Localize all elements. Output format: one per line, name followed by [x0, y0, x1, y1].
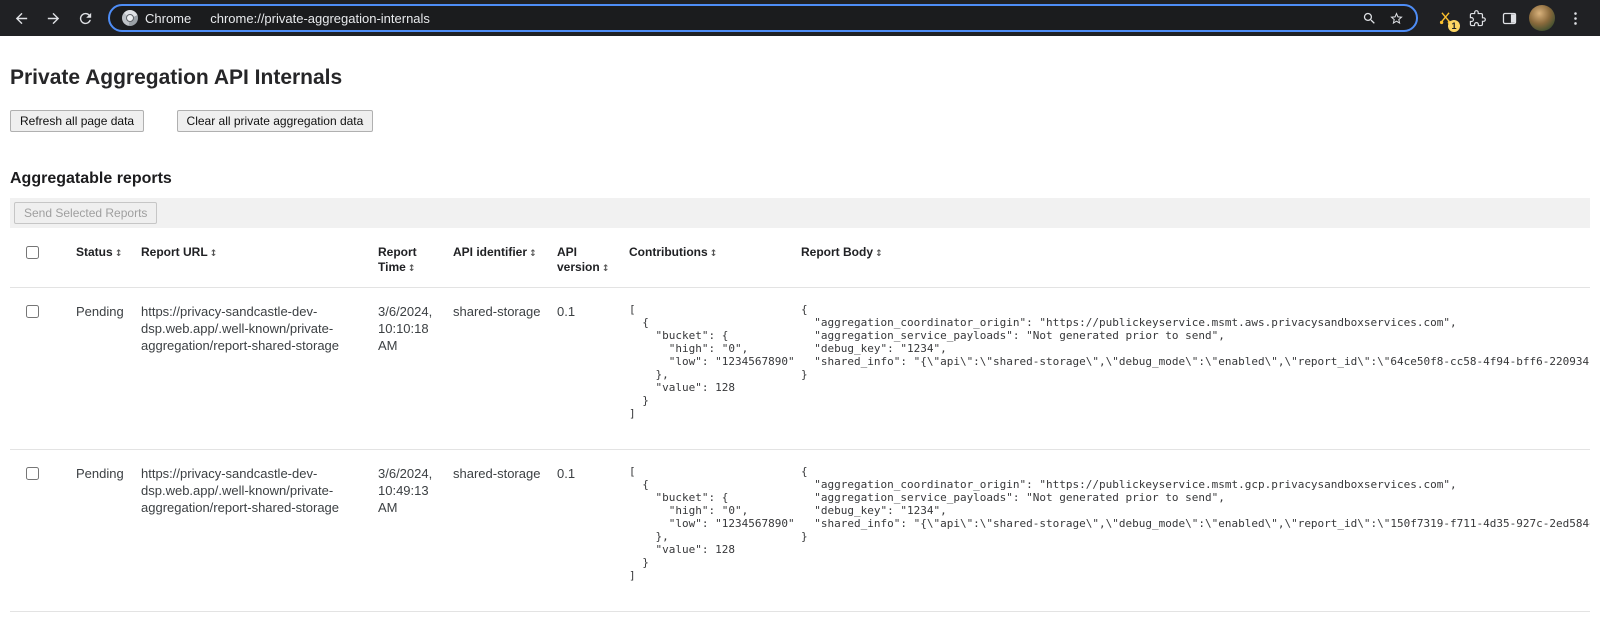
- refresh-all-button[interactable]: Refresh all page data: [10, 110, 144, 132]
- sort-icon: ↕: [408, 264, 416, 274]
- column-header-contributions[interactable]: Contributions↕: [621, 233, 793, 288]
- forward-icon: [45, 10, 62, 27]
- reports-toolbar: Send Selected Reports: [10, 198, 1590, 228]
- browser-toolbar: Chrome chrome://private-aggregation-inte…: [0, 0, 1600, 36]
- report-url-cell: https://privacy-sandcastle-dev-dsp.web.a…: [133, 288, 370, 450]
- url-text: chrome://private-aggregation-internals: [210, 11, 1355, 26]
- select-all-checkbox[interactable]: [26, 246, 39, 259]
- report-url-cell: https://privacy-sandcastle-dev-dsp.web.a…: [133, 449, 370, 611]
- api-version-cell: 0.1: [549, 288, 621, 450]
- forward-button[interactable]: [38, 3, 68, 33]
- column-label: Report URL: [141, 245, 208, 259]
- report-row: Pending https://privacy-sandcastle-dev-d…: [10, 449, 1590, 611]
- side-panel-icon[interactable]: [1494, 3, 1524, 33]
- column-header-report-url[interactable]: Report URL↕: [133, 233, 370, 288]
- address-bar[interactable]: Chrome chrome://private-aggregation-inte…: [108, 4, 1418, 32]
- profile-avatar[interactable]: [1529, 5, 1555, 31]
- reload-icon: [77, 10, 94, 27]
- column-label: Contributions: [629, 245, 708, 259]
- page-content: Private Aggregation API Internals Refres…: [0, 66, 1600, 612]
- api-version-cell: 0.1: [549, 449, 621, 611]
- column-header-api-version[interactable]: API version↕: [549, 233, 621, 288]
- clear-all-button[interactable]: Clear all private aggregation data: [177, 110, 374, 132]
- contributions-cell: [ { "bucket": { "high": "0", "low": "123…: [621, 449, 793, 611]
- column-label: API version: [557, 245, 600, 274]
- bookmark-star-icon[interactable]: [1389, 11, 1404, 26]
- sort-icon: ↕: [529, 249, 537, 259]
- api-identifier-cell: shared-storage: [445, 288, 549, 450]
- column-label: Status: [76, 245, 113, 259]
- send-selected-reports-button[interactable]: Send Selected Reports: [14, 202, 157, 224]
- sort-icon: ↕: [602, 264, 610, 274]
- column-label: API identifier: [453, 245, 527, 259]
- extension-action-icon[interactable]: 1: [1430, 3, 1460, 33]
- sort-icon: ↕: [875, 249, 883, 259]
- report-row: Pending https://privacy-sandcastle-dev-d…: [10, 288, 1590, 450]
- sort-icon: ↕: [710, 249, 718, 259]
- report-time-cell: 3/6/2024, 10:10:18 AM: [370, 288, 445, 450]
- column-header-report-body[interactable]: Report Body↕: [793, 233, 1590, 288]
- reports-table: Status↕ Report URL↕ Report Time↕ API ide…: [10, 233, 1590, 612]
- column-header-api-identifier[interactable]: API identifier↕: [445, 233, 549, 288]
- chrome-chip-label: Chrome: [145, 11, 191, 26]
- sort-icon: ↕: [210, 249, 218, 259]
- menu-icon[interactable]: [1560, 3, 1590, 33]
- report-time-cell: 3/6/2024, 10:49:13 AM: [370, 449, 445, 611]
- status-cell: Pending: [68, 288, 133, 450]
- row-checkbox[interactable]: [26, 305, 39, 318]
- page-actions: Refresh all page data Clear all private …: [10, 110, 1590, 132]
- page-title: Private Aggregation API Internals: [10, 66, 1590, 90]
- extensions-puzzle-icon[interactable]: [1462, 3, 1492, 33]
- chrome-logo-icon: [122, 10, 138, 26]
- row-checkbox[interactable]: [26, 467, 39, 480]
- column-label: Report Body: [801, 245, 873, 259]
- report-body-cell: { "aggregation_coordinator_origin": "htt…: [793, 449, 1590, 611]
- table-header-row: Status↕ Report URL↕ Report Time↕ API ide…: [10, 233, 1590, 288]
- sort-icon: ↕: [115, 249, 123, 259]
- search-icon[interactable]: [1362, 11, 1377, 26]
- column-header-status[interactable]: Status↕: [68, 233, 133, 288]
- extension-badge: 1: [1448, 20, 1460, 32]
- section-title: Aggregatable reports: [10, 170, 1590, 188]
- back-icon: [13, 10, 30, 27]
- contributions-cell: [ { "bucket": { "high": "0", "low": "123…: [621, 288, 793, 450]
- report-body-cell: { "aggregation_coordinator_origin": "htt…: [793, 288, 1590, 450]
- column-header-report-time[interactable]: Report Time↕: [370, 233, 445, 288]
- api-identifier-cell: shared-storage: [445, 449, 549, 611]
- status-cell: Pending: [68, 449, 133, 611]
- reload-button[interactable]: [70, 3, 100, 33]
- back-button[interactable]: [6, 3, 36, 33]
